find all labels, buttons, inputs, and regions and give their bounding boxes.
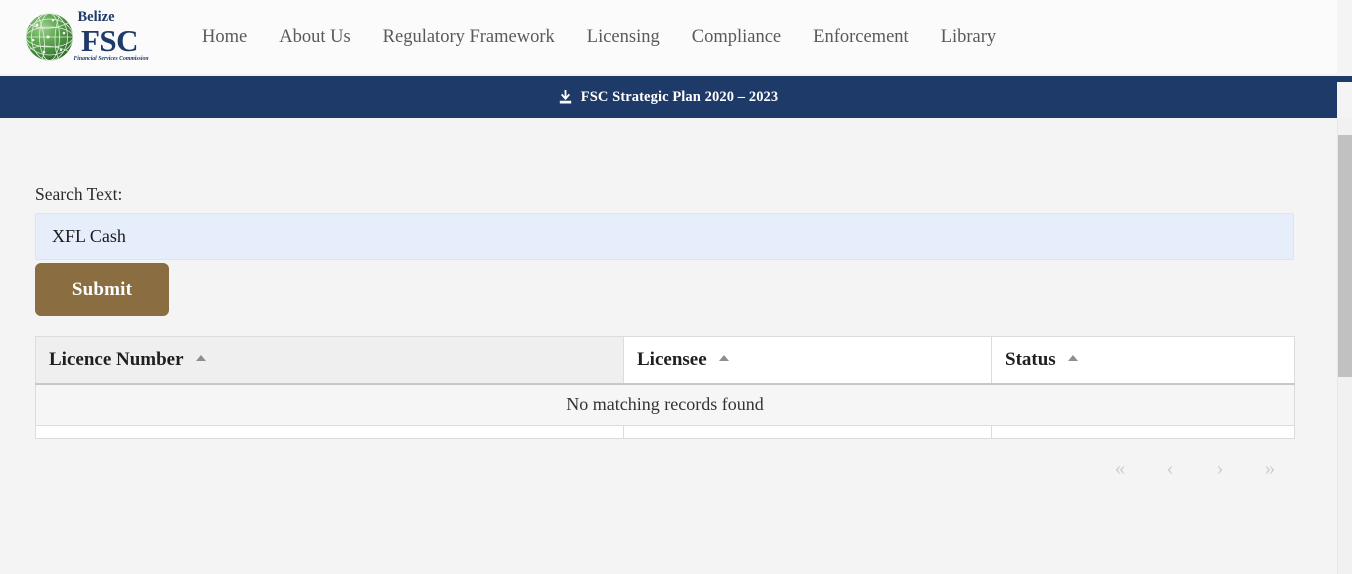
page-scrollbar-track[interactable]: [1337, 118, 1352, 574]
site-header: Belize FSC Financial Services Commission…: [0, 0, 1337, 75]
page-scrollbar-thumb[interactable]: [1338, 135, 1352, 377]
nav-item-licensing[interactable]: Licensing: [571, 22, 676, 52]
column-label-licence-number: Licence Number: [49, 348, 184, 370]
column-header-licence-number[interactable]: Licence Number: [35, 336, 624, 385]
nav-item-home[interactable]: Home: [186, 22, 263, 52]
main-navigation: Home About Us Regulatory Framework Licen…: [186, 22, 1012, 52]
sort-ascending-icon: [1068, 355, 1079, 362]
pagination-first-button[interactable]: «: [1104, 452, 1136, 484]
logo-brand-sub: Financial Services Commission: [73, 56, 148, 62]
download-icon: [559, 89, 571, 104]
table-header: Licence Number Licensee Status: [35, 336, 1295, 385]
pagination-previous-button[interactable]: ‹: [1154, 452, 1186, 484]
table-filler-cell: [35, 425, 624, 439]
submit-button[interactable]: Submit: [35, 263, 169, 316]
main-content: Search Text: Submit Licence Number Licen…: [0, 118, 1337, 574]
pagination-controls: « ‹ › »: [35, 448, 1294, 488]
scrollbar-gutter-top: [1337, 0, 1352, 118]
scrollbar-gutter-navy-cap: [1337, 76, 1352, 82]
page-root: Belize FSC Financial Services Commission…: [0, 0, 1352, 574]
column-header-status[interactable]: Status: [991, 336, 1295, 385]
nav-item-enforcement[interactable]: Enforcement: [797, 22, 925, 52]
column-header-licensee[interactable]: Licensee: [623, 336, 992, 385]
strategic-plan-bar: FSC Strategic Plan 2020 – 2023: [0, 76, 1337, 118]
search-input[interactable]: [35, 213, 1294, 260]
table-header-row: Licence Number Licensee Status: [35, 336, 1295, 385]
table-filler-cell: [991, 425, 1295, 439]
column-label-licensee: Licensee: [637, 348, 707, 370]
strategic-plan-link[interactable]: FSC Strategic Plan 2020 – 2023: [559, 89, 779, 106]
logo-brand-main: FSC: [81, 23, 138, 58]
nav-item-compliance[interactable]: Compliance: [676, 22, 797, 52]
table-filler-row: [35, 425, 1295, 439]
nav-item-regulatory-framework[interactable]: Regulatory Framework: [367, 22, 571, 52]
pagination-last-button[interactable]: »: [1254, 452, 1286, 484]
table-filler-cell: [623, 425, 992, 439]
sort-ascending-icon: [195, 355, 206, 362]
nav-item-library[interactable]: Library: [925, 22, 1012, 52]
strategic-plan-label: FSC Strategic Plan 2020 – 2023: [580, 88, 779, 105]
pagination-next-button[interactable]: ›: [1204, 452, 1236, 484]
nav-item-about-us[interactable]: About Us: [263, 22, 366, 52]
table-body: No matching records found: [35, 383, 1295, 439]
empty-results-message: No matching records found: [35, 383, 1295, 426]
licence-results-table: Licence Number Licensee Status No matchi: [35, 336, 1295, 439]
column-label-status: Status: [1005, 348, 1056, 370]
empty-results-row: No matching records found: [35, 383, 1295, 426]
search-text-label: Search Text:: [35, 184, 123, 204]
sort-ascending-icon: [719, 355, 730, 362]
fsc-belize-logo[interactable]: Belize FSC Financial Services Commission: [22, 7, 150, 67]
